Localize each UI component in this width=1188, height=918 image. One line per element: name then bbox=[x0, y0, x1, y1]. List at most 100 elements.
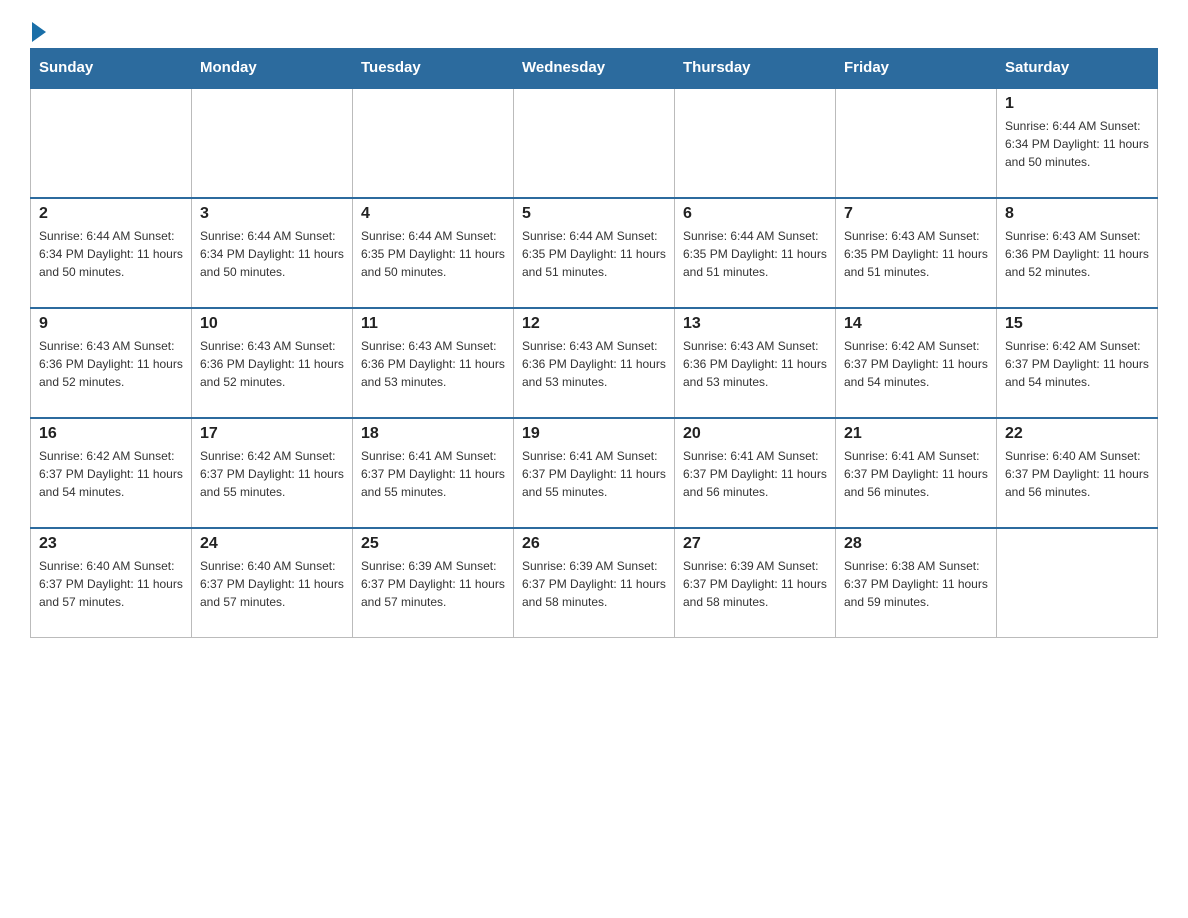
calendar-cell: 6 Sunrise: 6:44 AM Sunset: 6:35 PM Daylig… bbox=[675, 198, 836, 308]
day-number: 13 bbox=[683, 315, 827, 333]
calendar-cell: 8Sunrise: 6:43 AM Sunset: 6:36 PM Daylig… bbox=[997, 198, 1158, 308]
calendar-cell: 1 Sunrise: 6:44 AM Sunset: 6:34 PM Daylig… bbox=[997, 88, 1158, 198]
calendar-cell bbox=[353, 88, 514, 198]
day-number: 2 bbox=[39, 205, 183, 223]
logo-arrow-icon bbox=[32, 22, 46, 42]
calendar-cell: 2 Sunrise: 6:44 AM Sunset: 6:34 PM Daylig… bbox=[31, 198, 192, 308]
calendar-cell bbox=[514, 88, 675, 198]
calendar-cell: 18 Sunrise: 6:41 AM Sunset: 6:37 PM Dayli… bbox=[353, 418, 514, 528]
day-number: 3 bbox=[200, 205, 344, 223]
calendar-cell: 7Sunrise: 6:43 AM Sunset: 6:35 PM Daylig… bbox=[836, 198, 997, 308]
day-number: 7 bbox=[844, 205, 988, 223]
calendar-cell: 10 Sunrise: 6:43 AM Sunset: 6:36 PM Dayli… bbox=[192, 308, 353, 418]
day-info: Sunrise: 6:40 AM Sunset: 6:37 PM Dayligh… bbox=[39, 557, 183, 611]
week-row-2: 2 Sunrise: 6:44 AM Sunset: 6:34 PM Daylig… bbox=[31, 198, 1158, 308]
logo bbox=[30, 20, 46, 38]
day-number: 24 bbox=[200, 535, 344, 553]
weekday-header-monday: Monday bbox=[192, 49, 353, 88]
weekday-header-tuesday: Tuesday bbox=[353, 49, 514, 88]
calendar-cell: 17 Sunrise: 6:42 AM Sunset: 6:37 PM Dayli… bbox=[192, 418, 353, 528]
day-info: Sunrise: 6:41 AM Sunset: 6:37 PM Dayligh… bbox=[522, 447, 666, 501]
calendar-cell: 28Sunrise: 6:38 AM Sunset: 6:37 PM Dayli… bbox=[836, 528, 997, 638]
day-number: 19 bbox=[522, 425, 666, 443]
day-number: 18 bbox=[361, 425, 505, 443]
day-info: Sunrise: 6:44 AM Sunset: 6:34 PM Dayligh… bbox=[200, 227, 344, 281]
day-info: Sunrise: 6:39 AM Sunset: 6:37 PM Dayligh… bbox=[361, 557, 505, 611]
calendar-cell: 20 Sunrise: 6:41 AM Sunset: 6:37 PM Dayli… bbox=[675, 418, 836, 528]
calendar-cell bbox=[836, 88, 997, 198]
calendar-cell: 27 Sunrise: 6:39 AM Sunset: 6:37 PM Dayli… bbox=[675, 528, 836, 638]
calendar-cell: 11 Sunrise: 6:43 AM Sunset: 6:36 PM Dayli… bbox=[353, 308, 514, 418]
day-number: 11 bbox=[361, 315, 505, 333]
week-row-1: 1 Sunrise: 6:44 AM Sunset: 6:34 PM Daylig… bbox=[31, 88, 1158, 198]
week-row-4: 16 Sunrise: 6:42 AM Sunset: 6:37 PM Dayli… bbox=[31, 418, 1158, 528]
day-info: Sunrise: 6:41 AM Sunset: 6:37 PM Dayligh… bbox=[683, 447, 827, 501]
calendar-cell: 3 Sunrise: 6:44 AM Sunset: 6:34 PM Daylig… bbox=[192, 198, 353, 308]
day-number: 10 bbox=[200, 315, 344, 333]
calendar-cell: 16Sunrise: 6:42 AM Sunset: 6:37 PM Dayli… bbox=[31, 418, 192, 528]
calendar-cell: 15 Sunrise: 6:42 AM Sunset: 6:37 PM Dayli… bbox=[997, 308, 1158, 418]
day-number: 17 bbox=[200, 425, 344, 443]
calendar-cell: 26 Sunrise: 6:39 AM Sunset: 6:37 PM Dayli… bbox=[514, 528, 675, 638]
day-info: Sunrise: 6:43 AM Sunset: 6:36 PM Dayligh… bbox=[683, 337, 827, 391]
calendar-table: SundayMondayTuesdayWednesdayThursdayFrid… bbox=[30, 48, 1158, 638]
calendar-cell: 13 Sunrise: 6:43 AM Sunset: 6:36 PM Dayli… bbox=[675, 308, 836, 418]
day-info: Sunrise: 6:41 AM Sunset: 6:37 PM Dayligh… bbox=[361, 447, 505, 501]
week-row-5: 23 Sunrise: 6:40 AM Sunset: 6:37 PM Dayli… bbox=[31, 528, 1158, 638]
calendar-cell: 5 Sunrise: 6:44 AM Sunset: 6:35 PM Daylig… bbox=[514, 198, 675, 308]
calendar-cell: 14 Sunrise: 6:42 AM Sunset: 6:37 PM Dayli… bbox=[836, 308, 997, 418]
day-info: Sunrise: 6:43 AM Sunset: 6:36 PM Dayligh… bbox=[39, 337, 183, 391]
weekday-header-friday: Friday bbox=[836, 49, 997, 88]
day-number: 26 bbox=[522, 535, 666, 553]
calendar-cell: 25Sunrise: 6:39 AM Sunset: 6:37 PM Dayli… bbox=[353, 528, 514, 638]
day-info: Sunrise: 6:39 AM Sunset: 6:37 PM Dayligh… bbox=[522, 557, 666, 611]
calendar-cell: 22 Sunrise: 6:40 AM Sunset: 6:37 PM Dayli… bbox=[997, 418, 1158, 528]
day-info: Sunrise: 6:38 AM Sunset: 6:37 PM Dayligh… bbox=[844, 557, 988, 611]
weekday-header-wednesday: Wednesday bbox=[514, 49, 675, 88]
calendar-cell: 23 Sunrise: 6:40 AM Sunset: 6:37 PM Dayli… bbox=[31, 528, 192, 638]
day-info: Sunrise: 6:42 AM Sunset: 6:37 PM Dayligh… bbox=[844, 337, 988, 391]
day-info: Sunrise: 6:44 AM Sunset: 6:34 PM Dayligh… bbox=[39, 227, 183, 281]
day-info: Sunrise: 6:44 AM Sunset: 6:35 PM Dayligh… bbox=[683, 227, 827, 281]
week-row-3: 9 Sunrise: 6:43 AM Sunset: 6:36 PM Daylig… bbox=[31, 308, 1158, 418]
calendar-cell: 21 Sunrise: 6:41 AM Sunset: 6:37 PM Dayli… bbox=[836, 418, 997, 528]
day-number: 6 bbox=[683, 205, 827, 223]
page-header bbox=[30, 20, 1158, 38]
day-info: Sunrise: 6:43 AM Sunset: 6:36 PM Dayligh… bbox=[361, 337, 505, 391]
day-number: 15 bbox=[1005, 315, 1149, 333]
day-info: Sunrise: 6:40 AM Sunset: 6:37 PM Dayligh… bbox=[1005, 447, 1149, 501]
day-number: 1 bbox=[1005, 95, 1149, 113]
day-info: Sunrise: 6:43 AM Sunset: 6:36 PM Dayligh… bbox=[1005, 227, 1149, 281]
calendar-cell bbox=[31, 88, 192, 198]
day-number: 4 bbox=[361, 205, 505, 223]
calendar-cell bbox=[675, 88, 836, 198]
day-info: Sunrise: 6:39 AM Sunset: 6:37 PM Dayligh… bbox=[683, 557, 827, 611]
day-info: Sunrise: 6:42 AM Sunset: 6:37 PM Dayligh… bbox=[200, 447, 344, 501]
day-number: 5 bbox=[522, 205, 666, 223]
day-info: Sunrise: 6:44 AM Sunset: 6:35 PM Dayligh… bbox=[361, 227, 505, 281]
calendar-cell bbox=[192, 88, 353, 198]
calendar-cell: 9 Sunrise: 6:43 AM Sunset: 6:36 PM Daylig… bbox=[31, 308, 192, 418]
day-number: 9 bbox=[39, 315, 183, 333]
weekday-header-saturday: Saturday bbox=[997, 49, 1158, 88]
calendar-cell: 12Sunrise: 6:43 AM Sunset: 6:36 PM Dayli… bbox=[514, 308, 675, 418]
weekday-header-thursday: Thursday bbox=[675, 49, 836, 88]
day-number: 21 bbox=[844, 425, 988, 443]
day-number: 16 bbox=[39, 425, 183, 443]
calendar-cell: 19 Sunrise: 6:41 AM Sunset: 6:37 PM Dayli… bbox=[514, 418, 675, 528]
day-number: 27 bbox=[683, 535, 827, 553]
calendar-cell: 4 Sunrise: 6:44 AM Sunset: 6:35 PM Daylig… bbox=[353, 198, 514, 308]
day-info: Sunrise: 6:42 AM Sunset: 6:37 PM Dayligh… bbox=[1005, 337, 1149, 391]
day-info: Sunrise: 6:44 AM Sunset: 6:35 PM Dayligh… bbox=[522, 227, 666, 281]
calendar-cell: 24Sunrise: 6:40 AM Sunset: 6:37 PM Dayli… bbox=[192, 528, 353, 638]
day-number: 23 bbox=[39, 535, 183, 553]
day-number: 20 bbox=[683, 425, 827, 443]
weekday-header-row: SundayMondayTuesdayWednesdayThursdayFrid… bbox=[31, 49, 1158, 88]
day-number: 14 bbox=[844, 315, 988, 333]
day-number: 22 bbox=[1005, 425, 1149, 443]
day-info: Sunrise: 6:44 AM Sunset: 6:34 PM Dayligh… bbox=[1005, 117, 1149, 171]
day-info: Sunrise: 6:41 AM Sunset: 6:37 PM Dayligh… bbox=[844, 447, 988, 501]
weekday-header-sunday: Sunday bbox=[31, 49, 192, 88]
calendar-cell bbox=[997, 528, 1158, 638]
day-info: Sunrise: 6:43 AM Sunset: 6:36 PM Dayligh… bbox=[200, 337, 344, 391]
